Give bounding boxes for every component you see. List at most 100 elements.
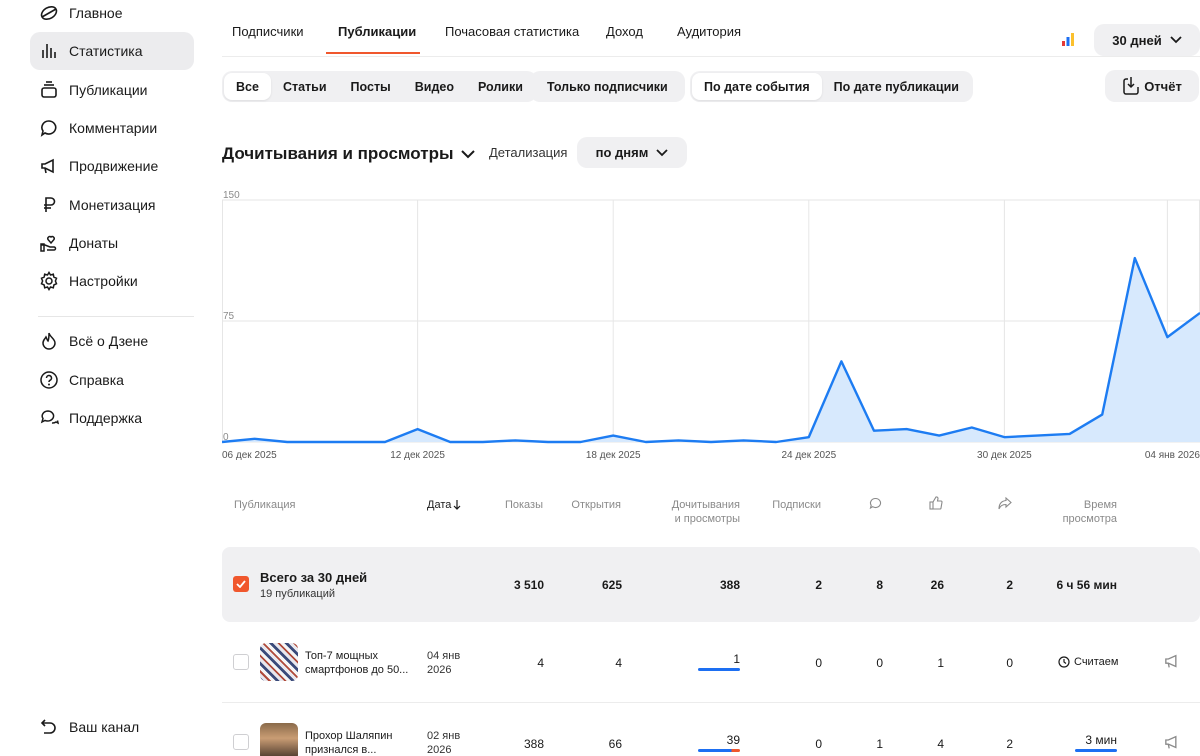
- megaphone-icon: [38, 155, 60, 177]
- x-tick-label: 30 дек 2025: [977, 450, 1032, 461]
- detail-select[interactable]: по дням: [577, 137, 687, 168]
- row-checkbox[interactable]: [233, 734, 249, 750]
- publication-date-line1: 04 янв: [427, 650, 461, 662]
- comments-header-icon[interactable]: [869, 497, 882, 510]
- sidebar-item-stats[interactable]: Статистика: [30, 32, 194, 70]
- total-checkbox[interactable]: [233, 576, 249, 592]
- subscribers-only-toggle[interactable]: Только подписчики: [530, 71, 685, 102]
- publications-stack-icon: [38, 79, 60, 101]
- x-tick-label: 12 дек 2025: [390, 450, 445, 461]
- filter-articles[interactable]: Статьи: [271, 73, 339, 100]
- publication-thumbnail[interactable]: [260, 643, 298, 681]
- publication-thumbnail[interactable]: [260, 723, 298, 756]
- top-tabs: Подписчики Публикации Почасовая статисти…: [222, 0, 1200, 57]
- filter-shorts[interactable]: Ролики: [466, 73, 535, 100]
- sidebar-item-label: Статистика: [69, 43, 143, 59]
- tab-hourly-stats[interactable]: Почасовая статистика: [445, 24, 579, 39]
- row-checkbox[interactable]: [233, 654, 249, 670]
- detail-value: по дням: [595, 145, 649, 160]
- sidebar-item-support[interactable]: Поддержка: [30, 399, 194, 437]
- sidebar-your-channel[interactable]: Ваш канал: [38, 716, 139, 738]
- shares-header-icon[interactable]: [998, 497, 1012, 510]
- reads-bar: [698, 668, 740, 671]
- row-divider: [222, 702, 1200, 703]
- tab-audience[interactable]: Аудитория: [677, 24, 741, 39]
- comment-bubble-icon: [38, 117, 60, 139]
- clock-icon: [1058, 656, 1070, 668]
- header-date[interactable]: Дата: [427, 498, 461, 512]
- sidebar-item-monetization[interactable]: Монетизация: [30, 186, 194, 224]
- publication-title[interactable]: Топ-7 мощных смартфонов до 50...: [305, 649, 420, 677]
- header-reads[interactable]: Дочитывания и просмотры: [640, 498, 740, 526]
- header-subscriptions[interactable]: Подписки: [761, 498, 821, 512]
- tab-publications[interactable]: Публикации: [338, 24, 416, 39]
- reads-views-chart: 07515006 дек 2025 12 дек 2025 18 дек 2025 2…: [222, 190, 1200, 461]
- header-publication[interactable]: Публикация: [234, 498, 295, 512]
- metric-selector[interactable]: Дочитывания и просмотры: [222, 144, 476, 164]
- total-shares: 2: [1006, 578, 1013, 592]
- publication-title-line1: Топ-7 мощных: [305, 650, 378, 662]
- filter-video[interactable]: Видео: [403, 73, 466, 100]
- flame-icon: [38, 330, 60, 352]
- filter-posts[interactable]: Посты: [339, 73, 403, 100]
- publication-date-line2: 2026: [427, 664, 452, 676]
- zen-logo-icon: [38, 2, 60, 24]
- sidebar-item-publications[interactable]: Публикации: [30, 71, 194, 109]
- total-reads: 388: [719, 578, 740, 592]
- sidebar-item-help[interactable]: Справка: [30, 361, 194, 399]
- series-line: [222, 256, 1200, 444]
- promote-megaphone-icon[interactable]: [1164, 654, 1181, 669]
- tab-subscribers[interactable]: Подписчики: [232, 24, 304, 39]
- header-impressions[interactable]: Показы: [483, 498, 543, 512]
- check-icon: [236, 580, 246, 588]
- sidebar-item-about-zen[interactable]: Всё о Дзене: [30, 322, 194, 360]
- sidebar-item-label: Настройки: [69, 273, 138, 289]
- sidebar-item-donations[interactable]: Донаты: [30, 224, 194, 262]
- sidebar-item-main[interactable]: Главное: [30, 0, 194, 32]
- x-tick-label: 06 дек 2025: [222, 450, 277, 461]
- y-tick-label: 150: [223, 190, 240, 201]
- publication-date-line2: 2026: [427, 744, 452, 756]
- promote-megaphone-icon[interactable]: [1164, 735, 1181, 750]
- total-comments: 8: [876, 578, 883, 592]
- x-tick-label: 24 дек 2025: [781, 450, 836, 461]
- total-view-time: 6 ч 56 мин: [1056, 578, 1118, 592]
- likes-header-icon[interactable]: [929, 496, 943, 510]
- filter-all[interactable]: Все: [224, 73, 271, 100]
- total-subtitle: 19 публикаций: [260, 588, 336, 600]
- header-view-time[interactable]: Время просмотра: [1040, 498, 1117, 526]
- total-subscriptions: 2: [815, 578, 822, 592]
- sidebar-item-label: Продвижение: [69, 158, 159, 174]
- header-opens[interactable]: Открытия: [561, 498, 621, 512]
- x-tick-label: 18 дек 2025: [586, 450, 641, 461]
- report-button[interactable]: Отчёт: [1105, 70, 1199, 102]
- publication-title[interactable]: Прохор Шаляпин признался в...: [305, 729, 420, 756]
- total-impressions: 3 510: [513, 578, 544, 592]
- header-reads-line1: Дочитывания: [671, 499, 740, 511]
- metric-title: Дочитывания и просмотры: [222, 144, 454, 163]
- publication-date-line1: 02 янв: [427, 730, 461, 742]
- content-type-filter: Все Статьи Посты Видео Ролики: [222, 71, 537, 102]
- support-chat-icon: [38, 407, 60, 429]
- tab-income[interactable]: Доход: [606, 24, 643, 39]
- chevron-down-icon: [461, 149, 476, 158]
- sidebar-item-comments[interactable]: Комментарии: [30, 109, 194, 147]
- report-label: Отчёт: [1144, 78, 1182, 94]
- filter-by-event-date[interactable]: По дате события: [692, 73, 822, 100]
- filter-by-publication-date[interactable]: По дате публикации: [822, 73, 971, 100]
- header-date-label: Дата: [427, 499, 452, 511]
- period-value: 30 дней: [1112, 32, 1162, 48]
- sidebar-item-promotion[interactable]: Продвижение: [30, 147, 194, 185]
- row-opens: 4: [615, 656, 622, 670]
- sidebar-item-label: Монетизация: [69, 197, 156, 213]
- row-impressions: 388: [523, 737, 544, 751]
- donate-hand-icon: [38, 232, 60, 254]
- period-select[interactable]: 30 дней: [1094, 24, 1200, 56]
- row-subscriptions: 0: [815, 737, 822, 751]
- sidebar-item-settings[interactable]: Настройки: [30, 262, 194, 300]
- header-reads-line2: и просмотры: [674, 513, 740, 525]
- sort-down-arrow-icon: [453, 500, 461, 510]
- ruble-icon: [38, 194, 60, 216]
- chevron-down-icon: [656, 148, 668, 156]
- view-time-status: Считаем: [1058, 656, 1118, 668]
